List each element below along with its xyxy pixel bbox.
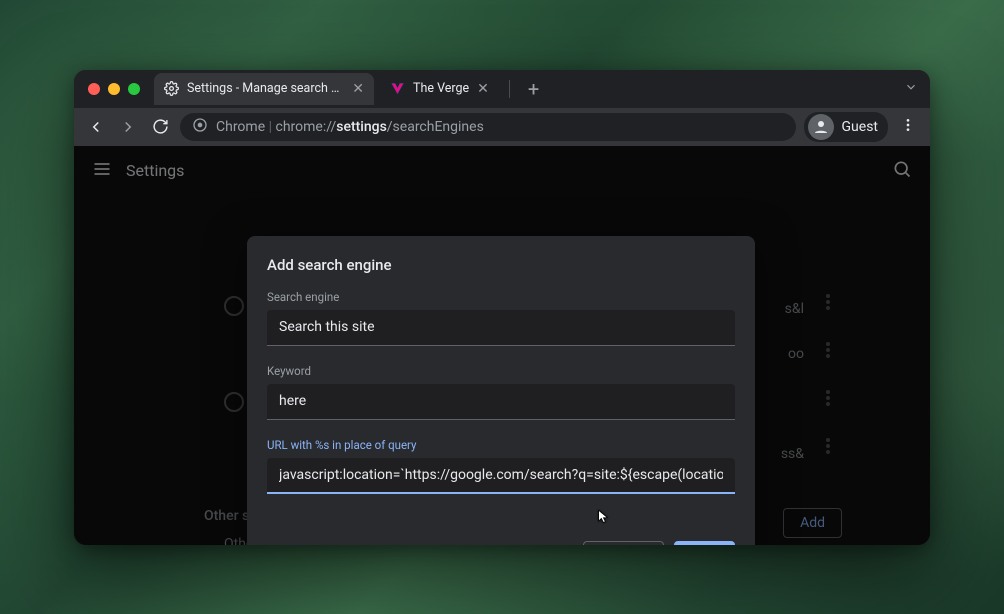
gear-icon <box>164 81 179 96</box>
add-button[interactable]: Add <box>674 541 735 545</box>
browser-window: Settings - Manage search engi ✕ The Verg… <box>74 70 930 545</box>
tab-divider <box>509 80 510 98</box>
omnibox-text: Chrome | chrome://settings/searchEngines <box>216 119 484 135</box>
toolbar: Chrome | chrome://settings/searchEngines… <box>74 108 930 146</box>
url-input[interactable] <box>267 458 735 494</box>
page-content: Settings s&l oo ss& Other searc Othe Add… <box>74 146 930 545</box>
reload-button[interactable] <box>148 118 172 135</box>
omnibox[interactable]: Chrome | chrome://settings/searchEngines <box>180 113 796 141</box>
verge-icon <box>390 81 405 96</box>
minimize-window-button[interactable] <box>108 83 120 95</box>
url-label: URL with %s in place of query <box>267 438 735 452</box>
tab-settings[interactable]: Settings - Manage search engi ✕ <box>154 73 374 105</box>
chrome-icon <box>192 117 208 137</box>
search-engine-label: Search engine <box>267 290 735 304</box>
tab-strip: Settings - Manage search engi ✕ The Verg… <box>74 70 930 108</box>
profile-label: Guest <box>842 119 878 135</box>
keyword-input[interactable] <box>267 384 735 420</box>
forward-button[interactable] <box>116 118 140 136</box>
search-engine-input[interactable] <box>267 310 735 346</box>
close-tab-icon[interactable]: ✕ <box>352 81 364 97</box>
tabs-menu-button[interactable] <box>904 79 918 98</box>
cursor-icon <box>596 509 612 529</box>
new-tab-button[interactable]: + <box>520 77 547 101</box>
maximize-window-button[interactable] <box>128 83 140 95</box>
back-button[interactable] <box>84 118 108 136</box>
profile-chip[interactable]: Guest <box>804 112 888 142</box>
chrome-menu-button[interactable] <box>896 117 920 137</box>
tab-title: Settings - Manage search engi <box>187 81 344 96</box>
cancel-button[interactable]: Cancel <box>583 541 664 545</box>
avatar-icon <box>808 114 834 140</box>
dialog-actions: Cancel Add <box>267 541 735 545</box>
tab-verge[interactable]: The Verge ✕ <box>380 73 499 105</box>
add-search-engine-dialog: Add search engine Search engine Keyword … <box>247 236 755 545</box>
close-tab-icon[interactable]: ✕ <box>477 81 489 97</box>
window-controls <box>84 83 148 95</box>
tab-title: The Verge <box>413 81 469 96</box>
close-window-button[interactable] <box>88 83 100 95</box>
keyword-label: Keyword <box>267 364 735 378</box>
dialog-title: Add search engine <box>267 256 735 274</box>
